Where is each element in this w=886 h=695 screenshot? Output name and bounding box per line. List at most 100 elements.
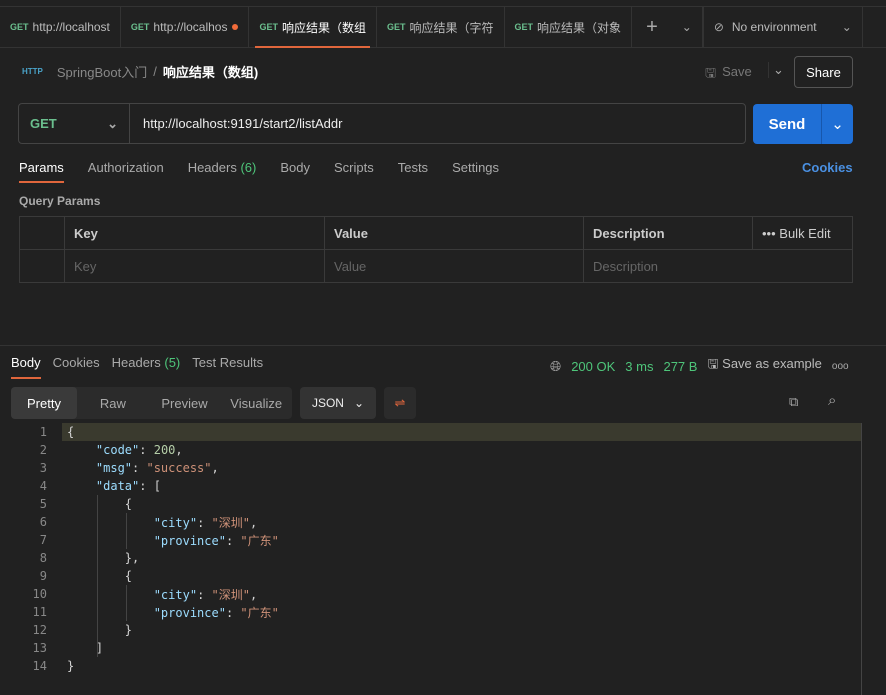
chevron-down-icon: ⌄ — [353, 396, 365, 410]
breadcrumb-separator: / — [153, 64, 157, 79]
send-button[interactable]: Send ⌄ — [753, 104, 853, 144]
tab-tests[interactable]: Tests — [398, 160, 428, 183]
response-tab-body[interactable]: Body — [11, 355, 41, 379]
request-tab[interactable]: GET http://localhos — [121, 7, 250, 47]
code-line: 3 "msg": "success", — [0, 459, 862, 477]
request-tab-bar: GET http://localhost GET http://localhos GET… — [0, 6, 886, 48]
method-select[interactable]: GET ⌄ — [19, 104, 130, 143]
response-tab-headers[interactable]: Headers (5) — [112, 355, 181, 379]
code-text: { — [67, 497, 132, 511]
view-mode-segment: Pretty Raw Preview Visualize — [11, 387, 292, 419]
save-as-example-button[interactable]: 🖫 Save as example — [707, 355, 821, 377]
tab-label: Headers — [111, 355, 161, 370]
value-input[interactable] — [334, 258, 574, 274]
tab-authorization[interactable]: Authorization — [88, 160, 164, 183]
query-params-table: Key Value Description ••• Bulk Edit — [19, 216, 853, 283]
code-line: 9 { — [0, 567, 862, 585]
tab-label: Scripts — [333, 160, 374, 175]
key-input[interactable] — [74, 258, 315, 274]
tab-body[interactable]: Body — [280, 160, 310, 183]
response-body-editor[interactable]: 1{2 "code": 200, 3 "msg": "success", 4 "da… — [0, 423, 862, 675]
code-token: "province" — [153, 605, 226, 620]
code-line: 11 "province": "广东" — [0, 603, 862, 621]
code-text: "msg": "success", — [67, 461, 219, 475]
response-tab-cookies[interactable]: Cookies — [53, 355, 100, 379]
wrap-lines-button[interactable]: ⇌ — [384, 387, 416, 419]
tab-label: Tests — [397, 160, 429, 175]
tab-label: http://localhos — [153, 20, 228, 34]
view-mode-raw[interactable]: Raw — [77, 387, 149, 419]
http-icon: HTTP — [22, 67, 43, 76]
view-mode-pretty[interactable]: Pretty — [11, 387, 77, 419]
code-token: "province" — [153, 533, 226, 548]
request-tab[interactable]: GET http://localhost — [0, 7, 121, 47]
column-description: Description — [583, 216, 753, 250]
tab-label: Settings — [452, 160, 500, 175]
tab-scripts[interactable]: Scripts — [334, 160, 374, 183]
code-token: , — [249, 587, 258, 602]
code-token: { — [67, 425, 75, 439]
send-dropdown-icon[interactable]: ⌄ — [821, 104, 853, 144]
tab-method: GET — [130, 22, 150, 32]
code-token: "深圳" — [211, 515, 250, 530]
request-tab[interactable]: GET 响应结果（对象 — [505, 7, 633, 47]
request-tab[interactable]: GET 响应结果（字符 — [377, 7, 505, 47]
breadcrumb-collection[interactable]: SpringBoot入门 — [57, 62, 147, 81]
line-number: 6 — [39, 515, 47, 529]
code-token: "city" — [153, 587, 198, 602]
code-token: { — [67, 569, 133, 583]
save-dropdown-icon[interactable]: ⌄ — [768, 62, 784, 78]
globe-icon[interactable]: 🌐︎ — [550, 358, 561, 375]
view-mode-preview[interactable]: Preview — [149, 387, 221, 419]
save-button[interactable]: 🖫 Save — [705, 64, 752, 86]
tab-label: Body — [280, 160, 310, 175]
save-label: Save — [722, 64, 752, 79]
tab-settings[interactable]: Settings — [452, 160, 499, 183]
tab-label: Test Results — [192, 355, 264, 370]
request-tab[interactable]: GET 响应结果（数组 — [249, 7, 377, 48]
search-icon[interactable]: ⌕ — [828, 392, 836, 409]
cookies-link[interactable]: Cookies — [802, 160, 853, 175]
code-line: 4 "data": [ — [0, 477, 862, 495]
tab-method: GET — [10, 22, 29, 32]
pane-divider[interactable] — [0, 345, 886, 346]
tab-params[interactable]: Params — [19, 160, 64, 183]
environment-selector[interactable]: ⊘ No environment ⌄ — [702, 7, 863, 47]
tab-headers[interactable]: Headers (6) — [188, 160, 257, 183]
code-line: 6 "city": "深圳", — [0, 513, 862, 531]
code-text: ] — [67, 641, 103, 655]
description-input[interactable] — [593, 258, 843, 274]
format-select[interactable]: JSON ⌄ — [300, 387, 376, 419]
code-token: "广东" — [240, 605, 279, 620]
share-button[interactable]: Share — [794, 56, 853, 88]
new-tab-button[interactable]: + — [632, 7, 672, 47]
code-token: "data" — [95, 479, 140, 493]
copy-icon[interactable]: ⧉ — [789, 394, 798, 410]
tab-label: 响应结果（字符 — [409, 20, 494, 35]
code-line: 8 }, — [0, 549, 862, 567]
code-token: 200 — [153, 443, 176, 457]
column-value: Value — [324, 216, 584, 250]
format-label: JSON — [311, 396, 344, 410]
code-token: : — [132, 461, 147, 475]
editor-scrollbar[interactable] — [861, 423, 862, 695]
view-mode-visualize[interactable]: Visualize — [220, 387, 292, 419]
response-tab-test-results[interactable]: Test Results — [192, 355, 263, 379]
more-options-icon[interactable]: ooo — [832, 361, 849, 372]
checkbox-column — [19, 216, 65, 250]
url-input[interactable] — [130, 116, 745, 131]
line-number: 11 — [32, 605, 47, 619]
save-icon: 🖫 — [707, 356, 719, 371]
bulk-edit-button[interactable]: ••• Bulk Edit — [752, 216, 853, 250]
send-label: Send — [768, 115, 806, 133]
code-token: "广东" — [240, 533, 279, 548]
tabs-dropdown-icon[interactable]: ⌄ — [672, 7, 703, 47]
code-line: 10 "city": "深圳", — [0, 585, 862, 603]
code-text: "province": "广东" — [67, 532, 279, 549]
chevron-down-icon: ⌄ — [841, 20, 852, 34]
